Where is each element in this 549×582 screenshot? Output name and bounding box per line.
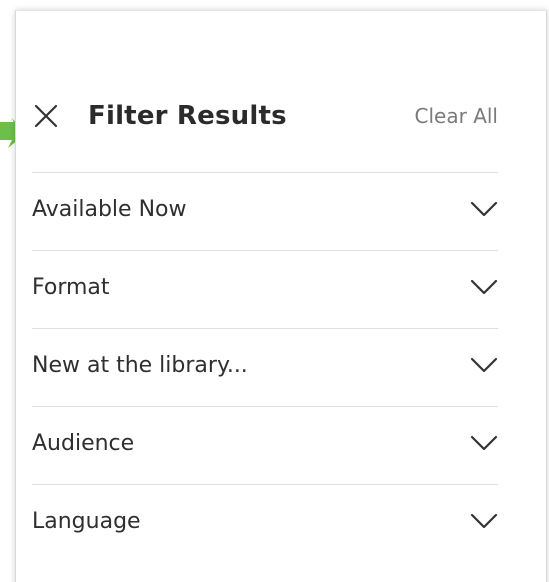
chevron-down-icon[interactable]: [470, 277, 498, 297]
filter-row-audience[interactable]: Audience: [32, 406, 498, 484]
filter-label: New at the library...: [32, 353, 248, 378]
close-icon[interactable]: [32, 102, 60, 130]
chevron-down-icon[interactable]: [470, 355, 498, 375]
filter-row-available-now[interactable]: Available Now: [32, 172, 498, 250]
chevron-down-icon[interactable]: [470, 511, 498, 531]
filter-row-new-at-library[interactable]: New at the library...: [32, 328, 498, 406]
filter-label: Language: [32, 509, 141, 534]
filter-label: Available Now: [32, 197, 187, 222]
chevron-down-icon[interactable]: [470, 433, 498, 453]
chevron-down-icon[interactable]: [470, 199, 498, 219]
filter-label: Format: [32, 275, 110, 300]
page: Filter Results Clear All Available Now F…: [0, 0, 549, 582]
filter-label: Audience: [32, 431, 135, 456]
filter-list: Available Now Format New at the library.…: [32, 172, 498, 562]
filter-header: Filter Results Clear All: [32, 88, 498, 144]
filter-row-format[interactable]: Format: [32, 250, 498, 328]
filter-title: Filter Results: [88, 101, 287, 131]
clear-all-button[interactable]: Clear All: [415, 104, 498, 128]
filter-row-language[interactable]: Language: [32, 484, 498, 562]
